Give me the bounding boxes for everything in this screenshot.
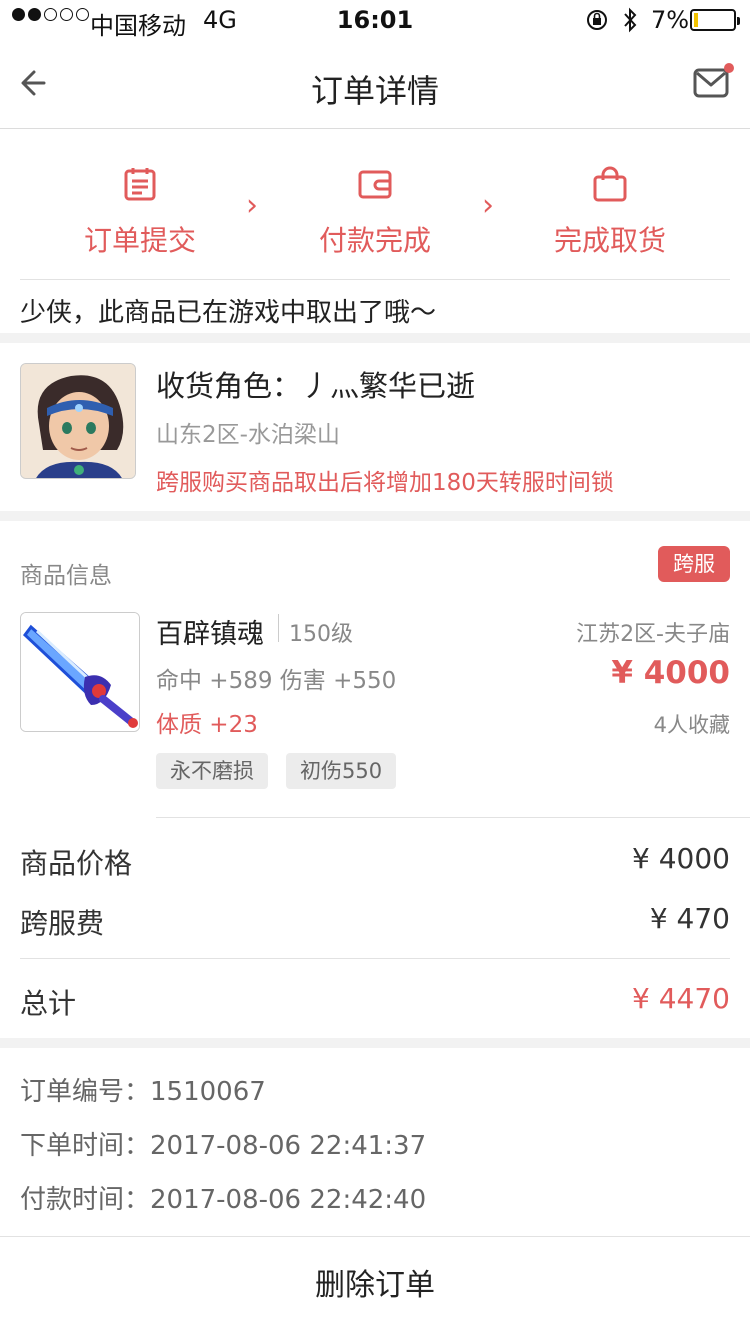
message-icon[interactable] [692,60,740,104]
step-label: 完成取货 [553,224,666,257]
divider [20,958,730,959]
orientation-lock-icon [587,10,607,30]
cross-server-fee-value: ¥ 470 [649,902,730,935]
page-title: 订单详情 [310,72,439,110]
bluetooth-icon [624,7,637,33]
divider [156,817,750,818]
total-label: 总计 [20,987,77,1020]
order-paid-time: 付款时间：2017-08-06 22:42:40 [20,1185,427,1215]
delete-order-button[interactable]: 删除订单 [0,1236,750,1334]
wallet-icon [358,170,392,199]
battery-percent: 7% [651,6,690,34]
pickup-notice: 少侠，此商品已在游戏中取出了哦～ [20,298,437,328]
nav-divider [0,128,750,129]
section-title: 商品信息 [20,563,112,589]
role-avatar [20,363,136,479]
divider [20,279,730,280]
transfer-lock-warning: 跨服购买商品取出后将增加180天转服时间锁 [156,470,614,496]
item-tag: 永不磨损 [156,753,268,789]
item-special-attribute: 体质 +23 [156,712,258,738]
step-label: 付款完成 [318,224,431,257]
product-price-value: ¥ 4000 [632,842,730,875]
step-pickup-complete: 完成取货 [510,166,710,259]
item-attributes: 命中 +589 伤害 +550 [156,668,397,694]
order-created-time: 下单时间：2017-08-06 22:41:37 [20,1131,427,1161]
item-server: 江苏2区-夫子庙 [576,622,730,647]
receiver-server: 山东2区-水泊梁山 [156,422,340,448]
product-price-label: 商品价格 [20,847,133,880]
step-arrow-icon: › [482,188,494,223]
item-tag: 初伤550 [286,753,397,789]
status-bar: 中国移动 4G 16:01 7% [0,0,750,40]
item-image [20,612,140,732]
cross-server-fee-label: 跨服费 [20,907,105,940]
section-gap [0,1038,750,1048]
step-arrow-icon: › [246,188,258,223]
item-name: 百辟镇魂 [156,619,264,650]
item-price: ¥ 4000 [611,655,730,691]
order-number: 订单编号：1510067 [20,1077,266,1107]
battery-icon [690,9,740,31]
cross-server-badge: 跨服 [658,546,730,582]
item-favorites: 4人收藏 [653,713,730,737]
clipboard-icon [124,168,156,201]
receiver-role-name: 收货角色：丿灬繁华已逝 [156,369,476,403]
item-level: 150级 [289,622,353,647]
shopping-bag-icon [593,166,627,202]
section-gap [0,511,750,521]
step-order-submitted: 订单提交 [40,166,240,259]
step-label: 订单提交 [83,224,196,257]
divider [278,614,279,642]
total-value: ¥ 4470 [632,982,730,1015]
section-gap [0,333,750,343]
step-payment-complete: 付款完成 [275,166,475,259]
